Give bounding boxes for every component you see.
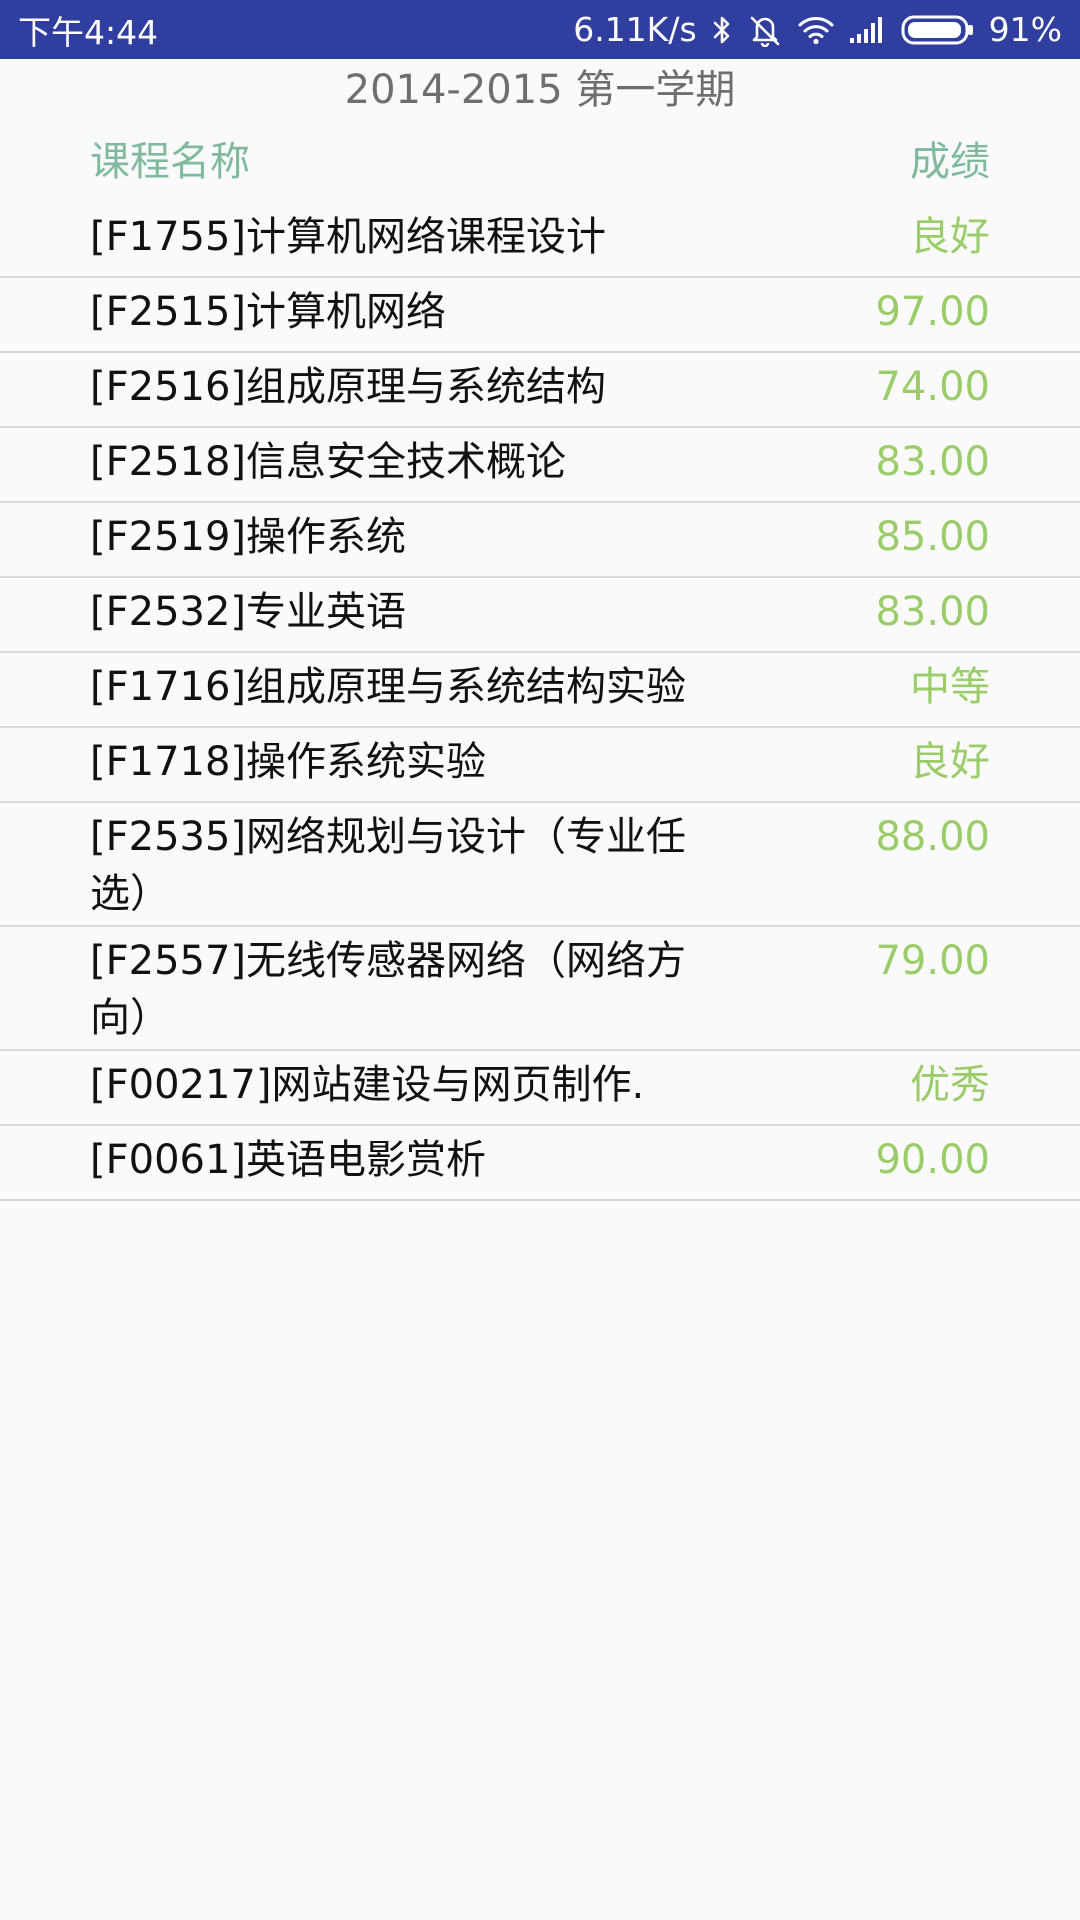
table-header: 课程名称 成绩 xyxy=(0,134,1080,190)
course-name: [F2532]专业英语 xyxy=(90,589,407,635)
table-row[interactable]: [F2515]计算机网络 97.00 xyxy=(0,278,1080,353)
course-score: 良好 xyxy=(910,214,990,260)
course-name: [F0061]英语电影赏析 xyxy=(90,1137,487,1183)
course-score: 97.00 xyxy=(875,289,990,335)
wifi-icon xyxy=(797,15,835,45)
course-name: [F2518]信息安全技术概论 xyxy=(90,439,567,485)
table-row[interactable]: [F2557]无线传感器网络（网络方向） 79.00 xyxy=(0,927,1080,1051)
bluetooth-icon xyxy=(711,14,733,46)
table-row[interactable]: [F0061]英语电影赏析 90.00 xyxy=(0,1126,1080,1201)
battery-icon xyxy=(901,14,975,46)
semester-title: 2014-2015 第一学期 xyxy=(344,67,736,113)
course-score: 83.00 xyxy=(875,439,990,485)
status-bar: 下午4:44 6.11K/s 91% xyxy=(0,0,1080,59)
course-score: 85.00 xyxy=(875,514,990,560)
course-list[interactable]: [F1755]计算机网络课程设计 良好 [F2515]计算机网络 97.00 [… xyxy=(0,203,1080,1201)
status-left: 下午4:44 xyxy=(18,6,158,54)
course-score: 良好 xyxy=(910,739,990,785)
status-time: 下午4:44 xyxy=(18,12,159,52)
course-score: 88.00 xyxy=(875,814,990,860)
table-row[interactable]: [F1716]组成原理与系统结构实验 中等 xyxy=(0,653,1080,728)
course-name: [F2535]网络规划与设计（专业任选） xyxy=(90,814,687,917)
course-name: [F2519]操作系统 xyxy=(90,514,407,560)
table-row[interactable]: [F00217]网站建设与网页制作. 优秀 xyxy=(0,1051,1080,1126)
course-name: [F1716]组成原理与系统结构实验 xyxy=(90,664,687,710)
course-score: 83.00 xyxy=(875,589,990,635)
mute-vibrate-icon xyxy=(747,13,783,47)
course-score: 90.00 xyxy=(875,1137,990,1183)
score-header: 成绩 xyxy=(910,139,990,185)
course-score: 优秀 xyxy=(910,1062,990,1108)
course-name-header: 课程名称 xyxy=(90,139,250,185)
table-row[interactable]: [F2519]操作系统 85.00 xyxy=(0,503,1080,578)
signal-icon xyxy=(849,16,887,44)
course-name: [F1718]操作系统实验 xyxy=(90,739,487,785)
table-row[interactable]: [F2535]网络规划与设计（专业任选） 88.00 xyxy=(0,803,1080,927)
table-row[interactable]: [F2516]组成原理与系统结构 74.00 xyxy=(0,353,1080,428)
course-name: [F2516]组成原理与系统结构 xyxy=(90,364,607,410)
network-speed: 6.11K/s xyxy=(573,10,697,49)
status-right: 6.11K/s 91% xyxy=(573,10,1062,49)
battery-percent: 91% xyxy=(988,10,1062,49)
table-row[interactable]: [F1755]计算机网络课程设计 良好 xyxy=(0,203,1080,278)
course-score: 79.00 xyxy=(875,938,990,984)
table-row[interactable]: [F1718]操作系统实验 良好 xyxy=(0,728,1080,803)
course-name: [F00217]网站建设与网页制作. xyxy=(90,1062,645,1108)
table-row[interactable]: [F2518]信息安全技术概论 83.00 xyxy=(0,428,1080,503)
course-name: [F2515]计算机网络 xyxy=(90,289,447,335)
course-score: 74.00 xyxy=(875,364,990,410)
course-name: [F2557]无线传感器网络（网络方向） xyxy=(90,938,687,1041)
course-name: [F1755]计算机网络课程设计 xyxy=(90,214,607,260)
table-row[interactable]: [F2532]专业英语 83.00 xyxy=(0,578,1080,653)
course-score: 中等 xyxy=(910,664,990,710)
